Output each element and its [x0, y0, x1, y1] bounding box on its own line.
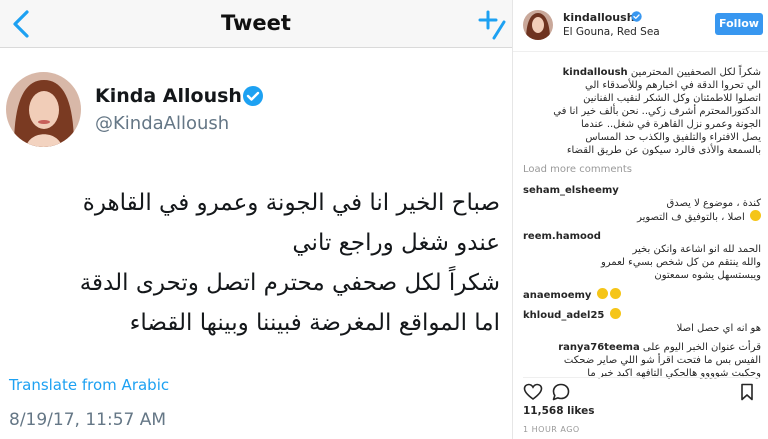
comment-username[interactable]: khloud_adel25 [523, 310, 604, 321]
comment-text: هو انه اي حصل اصلا [676, 323, 761, 334]
comment-username[interactable]: seham_elsheemy [523, 185, 619, 196]
post-time: 1 HOUR AGO [523, 425, 580, 434]
comment-username[interactable]: ranya76teema [558, 342, 640, 353]
caption-line: يصل الافتراء والتلفيق والكذب حد المساس [585, 132, 761, 143]
bookmark-icon[interactable] [737, 382, 757, 402]
tweet-nav-bar: Tweet [0, 0, 512, 48]
caption-text: شكراً لكل الصحفيين المحترمين [630, 67, 761, 78]
username[interactable]: kindalloush [563, 11, 635, 24]
tweet-line: اما المواقع المغرضة فبيننا وبينها القضاء [129, 310, 500, 336]
caption-line: الي تحروا الدقة في اخبارهم وللأصدقاء الي [585, 80, 761, 91]
likes-count[interactable]: 11,568 likes [523, 405, 594, 417]
emoji-icon [609, 308, 621, 319]
caption-line: الجونة وعمرو نزل القاهرة في شغل.. عندما [581, 119, 761, 130]
post-actions [523, 377, 759, 403]
comment-icon[interactable] [551, 382, 571, 402]
tweet-line: شكراً لكل صحفي محترم اتصل وتحرى الدقة [79, 270, 500, 296]
comment-text: الحمد لله انو اشاعة وانكن بخير [632, 244, 761, 255]
tweet-line: عندو شغل وراجع تاني [292, 230, 500, 256]
verified-badge-icon [243, 86, 263, 106]
heart-icon[interactable] [523, 382, 543, 402]
comment: khloud_adel25 هو انه اي حصل اصلا [523, 308, 761, 335]
post-header: kindalloush El Gouna, Red Sea Follow [513, 0, 768, 52]
post-location[interactable]: El Gouna, Red Sea [563, 26, 660, 38]
emoji-icon [596, 288, 608, 299]
verified-badge-icon [631, 11, 642, 22]
nav-title: Tweet [221, 11, 291, 35]
comment-text: قرأت عنوان الخبر اليوم على [642, 342, 761, 353]
follow-button[interactable]: Follow [715, 13, 763, 35]
comment-username[interactable]: anaemoemy [523, 290, 591, 301]
emoji-icon [609, 288, 621, 299]
compose-tweet-icon[interactable] [476, 8, 506, 40]
user-handle[interactable]: @KindaAlloush [95, 113, 229, 134]
comments-section: شكراً لكل الصحفيين المحترمين kindalloush… [523, 66, 761, 386]
tweet-line: صباح الخير انا في الجونة وعمرو في القاهر… [82, 190, 500, 216]
display-name[interactable]: Kinda Alloush [95, 85, 242, 107]
comment-username[interactable]: reem.hamood [523, 231, 601, 242]
comment: anaemoemy [523, 288, 761, 302]
caption-line: الدكتورالمحترم أشرف زكي.. نحن بألف خير ا… [553, 106, 761, 117]
tweet-timestamp: 8/19/17, 11:57 AM [9, 410, 167, 430]
avatar[interactable] [6, 72, 81, 147]
tweet-text: صباح الخير انا في الجونة وعمرو في القاهر… [14, 183, 500, 343]
comment: seham_elsheemy كندة ، موضوع لا يصدق اصلا… [523, 184, 761, 224]
comment: قرأت عنوان الخبر اليوم على ranya76teema … [523, 341, 761, 380]
caption: شكراً لكل الصحفيين المحترمين kindalloush… [523, 66, 761, 157]
comment-text: الفيس بس ما فتحت اقرأ شو اللي صاير ضحكت [563, 355, 761, 366]
avatar[interactable] [523, 10, 553, 40]
emoji-icon [750, 210, 761, 221]
comment-text: ويبستسهل يشوه سمعتون [654, 270, 761, 281]
instagram-panel: kindalloush El Gouna, Red Sea Follow شكر… [512, 0, 768, 439]
caption-username[interactable]: kindalloush [563, 67, 628, 78]
comment-text: والله ينتقم من كل شخص بسيء لعمرو [600, 257, 761, 268]
caption-line: بالسمعة والأذى فالرد سيكون عن طريق القضا… [566, 145, 761, 156]
comment: reem.hamood الحمد لله انو اشاعة وانكن بخ… [523, 230, 761, 282]
tweet-panel: Tweet Kinda Alloush @KindaAlloush صباح ا… [0, 0, 512, 439]
comment-text: اصلا ، بالتوفيق ف التصوير [637, 212, 745, 223]
caption-line: اتصلوا للاطمئنان وكل الشكر لنقيب الفناني… [583, 93, 761, 104]
translate-link[interactable]: Translate from Arabic [9, 376, 169, 394]
load-more-comments-link[interactable]: Load more comments [523, 163, 761, 176]
comment-text: كندة ، موضوع لا يصدق [666, 198, 761, 209]
